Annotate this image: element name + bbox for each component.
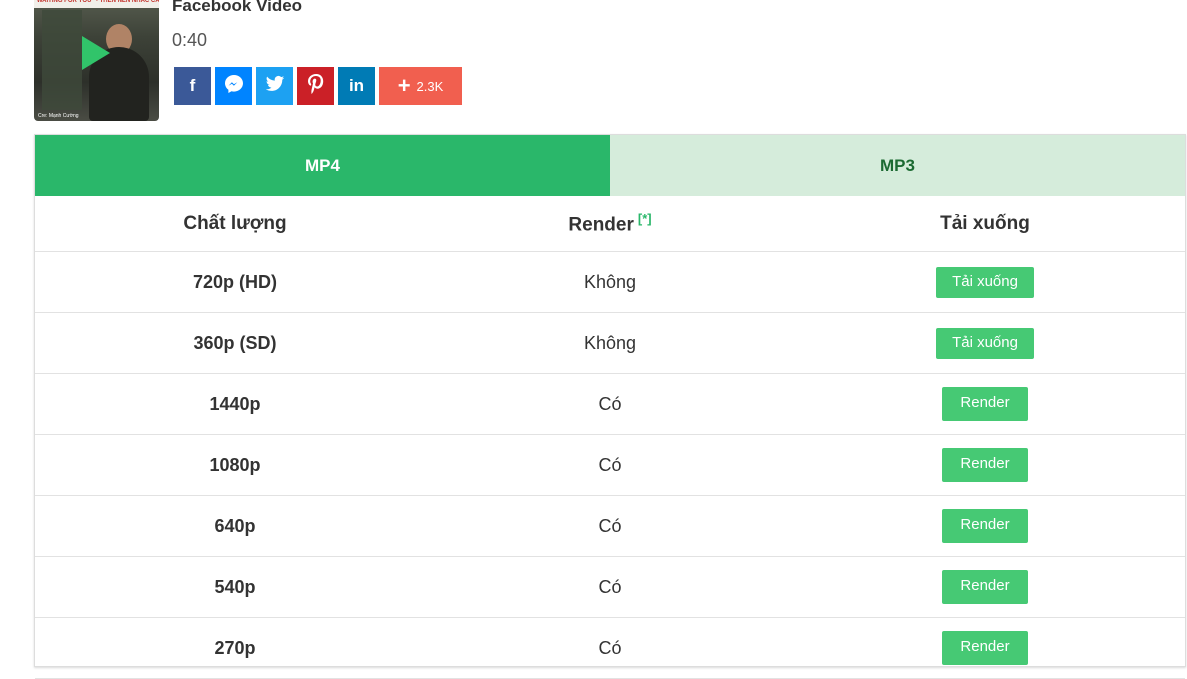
render-button[interactable]: Render <box>942 631 1028 665</box>
share-bar: f in + 2.3K <box>174 67 462 105</box>
video-title: Facebook Video <box>172 0 303 15</box>
messenger-share-button[interactable] <box>215 67 252 105</box>
more-share-button[interactable]: + 2.3K <box>379 67 462 105</box>
render-button[interactable]: Render <box>942 387 1028 421</box>
table-header-row: Chất lượng Render [*] Tải xuống <box>35 196 1185 252</box>
video-thumbnail[interactable]: "WAITING FOR YOU" - THEN NEN NHAC CACH M… <box>34 0 159 121</box>
messenger-icon <box>224 74 244 99</box>
twitter-share-button[interactable] <box>256 67 293 105</box>
quality-cell: 640p <box>35 495 435 557</box>
twitter-icon <box>265 75 285 98</box>
render-button[interactable]: Render <box>942 509 1028 543</box>
table-row: 1080p Có Render <box>35 434 1185 496</box>
linkedin-icon: in <box>348 76 365 95</box>
share-count: 2.3K <box>416 78 444 94</box>
thumbnail-banner: "WAITING FOR YOU" - THEN NEN NHAC CACH M… <box>34 0 159 8</box>
thumbnail-credit: Cre: Mạnh Cường <box>38 113 79 119</box>
render-cell: Có <box>435 556 785 618</box>
header-download: Tải xuống <box>785 196 1185 252</box>
quality-cell: 1080p <box>35 434 435 496</box>
render-cell: Không <box>435 251 785 313</box>
download-panel: MP4 MP3 Chất lượng Render [*] Tải xuống 7… <box>34 134 1186 679</box>
tab-mp4[interactable]: MP4 <box>35 135 610 196</box>
table-row: 720p (HD) Không Tải xuống <box>35 251 1185 313</box>
tab-mp3[interactable]: MP3 <box>610 135 1185 196</box>
linkedin-share-button[interactable]: in <box>338 67 375 105</box>
pinterest-share-button[interactable] <box>297 67 334 105</box>
table-row: 360p (SD) Không Tải xuống <box>35 312 1185 374</box>
render-cell: Có <box>435 434 785 496</box>
table-row: 540p Có Render <box>35 556 1185 618</box>
quality-cell: 270p <box>35 617 435 679</box>
header-render: Render [*] <box>435 196 785 252</box>
table-row: 270p Có Render <box>35 617 1185 679</box>
quality-cell: 540p <box>35 556 435 618</box>
render-button[interactable]: Render <box>942 448 1028 482</box>
quality-cell: 720p (HD) <box>35 251 435 313</box>
plus-icon: + <box>397 73 411 98</box>
download-button[interactable]: Tải xuống <box>936 266 1034 298</box>
facebook-share-button[interactable]: f <box>174 67 211 105</box>
download-button[interactable]: Tải xuống <box>936 327 1034 359</box>
format-tabs: MP4 MP3 <box>35 135 1185 196</box>
facebook-icon: f <box>189 76 196 95</box>
header-quality: Chất lượng <box>35 196 435 252</box>
render-cell: Có <box>435 617 785 679</box>
table-row: 640p Có Render <box>35 495 1185 557</box>
table-row: 1440p Có Render <box>35 373 1185 435</box>
render-cell: Có <box>435 495 785 557</box>
header-render-label: Render <box>568 214 634 236</box>
thumbnail-background <box>42 10 82 110</box>
render-note-link[interactable]: [*] <box>638 211 652 226</box>
play-icon[interactable] <box>82 36 110 70</box>
render-cell: Có <box>435 373 785 435</box>
quality-cell: 1440p <box>35 373 435 435</box>
video-duration: 0:40 <box>172 30 208 50</box>
download-table: Chất lượng Render [*] Tải xuống 720p (HD)… <box>35 196 1185 679</box>
render-cell: Không <box>435 312 785 374</box>
quality-cell: 360p (SD) <box>35 312 435 374</box>
pinterest-icon <box>307 73 324 99</box>
render-button[interactable]: Render <box>942 570 1028 604</box>
